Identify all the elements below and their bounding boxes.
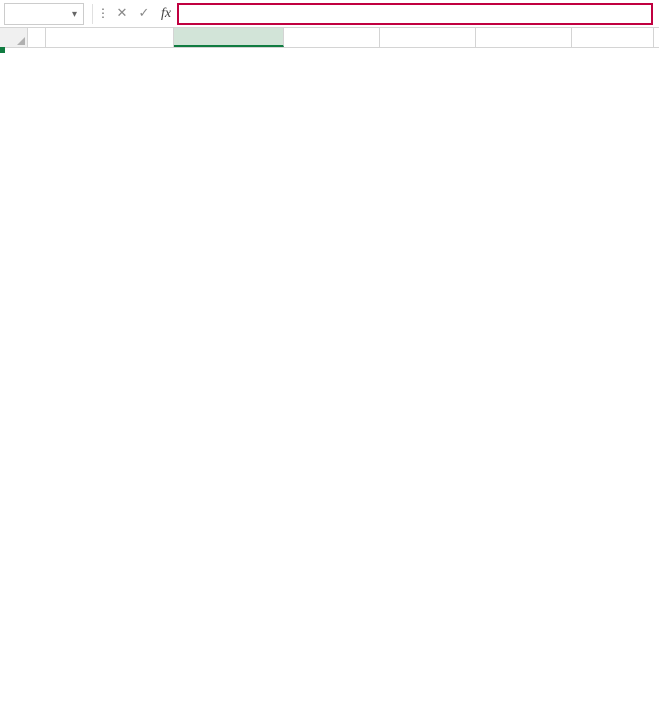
col-header-A[interactable] [28, 28, 46, 47]
column-headers [0, 28, 659, 48]
select-all-button[interactable] [0, 28, 28, 47]
chevron-down-icon[interactable]: ▾ [72, 7, 77, 20]
fx-icon[interactable]: fx [155, 3, 177, 25]
active-cell-outline [0, 48, 4, 52]
col-header-G[interactable] [572, 28, 654, 47]
formula-input[interactable] [177, 3, 653, 25]
spreadsheet-grid [0, 28, 659, 48]
divider [92, 4, 93, 24]
cancel-formula-button[interactable]: ✕ [111, 3, 133, 25]
col-header-B[interactable] [46, 28, 174, 47]
dots-icon: ⋮ [95, 6, 111, 21]
col-header-E[interactable] [380, 28, 476, 47]
formula-bar: ▾ ⋮ ✕ ✓ fx [0, 0, 659, 28]
enter-formula-button[interactable]: ✓ [133, 3, 155, 25]
col-header-C[interactable] [174, 28, 284, 47]
col-header-F[interactable] [476, 28, 572, 47]
col-header-D[interactable] [284, 28, 380, 47]
name-box[interactable]: ▾ [4, 3, 84, 25]
